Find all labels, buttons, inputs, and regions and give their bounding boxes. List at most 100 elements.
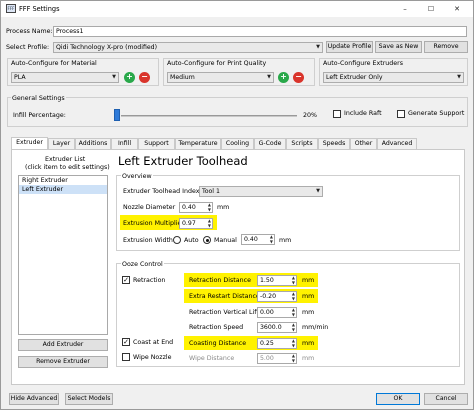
- profile-select-value: Qidi Technology X-pro (modified): [56, 44, 157, 51]
- select-models-button[interactable]: Select Models: [65, 393, 113, 405]
- tab-layer[interactable]: Layer: [48, 138, 75, 149]
- retraction-speed-input[interactable]: 3600.0 ▲ ▼: [257, 322, 297, 333]
- retraction-checkbox[interactable]: ✓: [122, 276, 130, 284]
- wipe-nozzle-checkbox[interactable]: [122, 353, 130, 361]
- add-extruder-button[interactable]: Add Extruder: [18, 339, 108, 351]
- include-raft-label: Include Raft: [344, 110, 382, 117]
- spin-arrows-icon[interactable]: ▲ ▼: [292, 275, 295, 285]
- retraction-distance-unit: mm: [302, 277, 315, 284]
- extrusion-width-unit: mm: [279, 237, 292, 244]
- spin-arrows-icon[interactable]: ▲ ▼: [292, 322, 295, 332]
- retraction-distance-input[interactable]: 1.50 ▲ ▼: [257, 275, 297, 286]
- chevron-down-icon: ▼: [316, 188, 320, 194]
- chevron-down-icon: ▼: [316, 44, 320, 50]
- wipe-distance-input[interactable]: 5.00 ▲ ▼: [257, 353, 297, 364]
- tab-temperature[interactable]: Temperature: [175, 138, 221, 149]
- extruders-select-value: Left Extruder Only: [326, 74, 383, 81]
- retraction-speed-unit: mm/min: [302, 324, 329, 331]
- tab-cooling[interactable]: Cooling: [221, 138, 254, 149]
- material-group-label: Auto-Configure for Material: [11, 60, 97, 67]
- spin-arrows-icon[interactable]: ▲ ▼: [292, 291, 295, 301]
- retraction-speed-label: Retraction Speed: [189, 324, 244, 331]
- nozzle-diameter-value: 0.40: [182, 204, 196, 211]
- spin-arrows-icon[interactable]: ▲ ▼: [208, 202, 211, 212]
- nozzle-diameter-input[interactable]: 0.40 ▲ ▼: [179, 202, 213, 213]
- retraction-label: Retraction: [133, 277, 166, 284]
- tab-infill[interactable]: Infill: [111, 138, 138, 149]
- vertical-lift-label: Retraction Vertical Lift: [189, 309, 259, 316]
- remove-quality-icon[interactable]: −: [293, 72, 304, 83]
- chevron-down-icon: ▼: [112, 74, 116, 80]
- extrusion-multiplier-input[interactable]: 0.97 ▲ ▼: [179, 218, 213, 229]
- close-icon[interactable]: ✕: [445, 2, 469, 16]
- profile-select[interactable]: Qidi Technology X-pro (modified) ▼: [53, 42, 323, 53]
- minimize-icon[interactable]: –: [393, 2, 417, 16]
- hide-advanced-button[interactable]: Hide Advanced: [9, 393, 59, 405]
- coast-at-end-checkbox[interactable]: ✓: [122, 338, 130, 346]
- tab-advanced[interactable]: Advanced: [377, 138, 417, 149]
- process-name-label: Process Name:: [6, 28, 53, 35]
- vertical-lift-input[interactable]: 0.00 ▲ ▼: [257, 307, 297, 318]
- add-quality-icon[interactable]: +: [278, 72, 289, 83]
- process-name-input[interactable]: Process1: [53, 26, 467, 37]
- tab-speeds[interactable]: Speeds: [318, 138, 350, 149]
- infill-slider-handle[interactable]: [114, 109, 120, 121]
- tab-support[interactable]: Support: [138, 138, 175, 149]
- coasting-distance-input[interactable]: 0.25 ▲ ▼: [257, 338, 297, 349]
- generate-support-checkbox[interactable]: [397, 110, 405, 118]
- window-title: FFF Settings: [19, 5, 60, 13]
- list-item[interactable]: Left Extruder: [19, 185, 107, 194]
- infill-percentage-label: Infill Percentage:: [13, 112, 66, 119]
- update-profile-button[interactable]: Update Profile: [326, 41, 373, 53]
- coasting-distance-value: 0.25: [260, 340, 274, 347]
- extrusion-multiplier-label: Extrusion Multiplier: [123, 220, 184, 227]
- extrusion-width-auto-radio[interactable]: [173, 236, 181, 244]
- tab-scripts[interactable]: Scripts: [286, 138, 318, 149]
- remove-extruder-button[interactable]: Remove Extruder: [18, 356, 108, 368]
- toolhead-index-select[interactable]: Tool 1 ▼: [199, 186, 323, 197]
- extruders-select[interactable]: Left Extruder Only ▼: [323, 72, 464, 83]
- include-raft-checkbox[interactable]: [333, 110, 341, 118]
- spin-arrows-icon[interactable]: ▲ ▼: [270, 234, 273, 244]
- vertical-lift-unit: mm: [302, 309, 315, 316]
- wipe-nozzle-label: Wipe Nozzle: [133, 354, 172, 361]
- material-select[interactable]: PLA ▼: [11, 72, 119, 83]
- coasting-distance-label: Coasting Distance: [189, 340, 247, 347]
- extrusion-multiplier-value: 0.97: [182, 220, 196, 227]
- spin-arrows-icon[interactable]: ▲ ▼: [292, 338, 295, 348]
- wipe-distance-unit: mm: [302, 355, 315, 362]
- save-as-new-button[interactable]: Save as New: [375, 41, 422, 53]
- extrusion-width-value: 0.40: [244, 236, 258, 243]
- spin-arrows-icon[interactable]: ▲ ▼: [208, 218, 211, 228]
- quality-select[interactable]: Medium ▼: [167, 72, 274, 83]
- extrusion-width-label: Extrusion Width: [123, 237, 173, 244]
- extrusion-width-input[interactable]: 0.40 ▲ ▼: [241, 234, 275, 245]
- wipe-distance-label: Wipe Distance: [189, 355, 235, 362]
- ok-button[interactable]: OK: [376, 393, 420, 405]
- remove-material-icon[interactable]: −: [139, 72, 150, 83]
- spin-arrows-icon[interactable]: ▲ ▼: [292, 353, 295, 363]
- extrusion-width-manual-radio[interactable]: [203, 236, 211, 244]
- maximize-icon[interactable]: ☐: [419, 2, 443, 16]
- extruder-listbox: Right Extruder Left Extruder: [18, 175, 108, 335]
- wipe-distance-value: 5.00: [260, 355, 274, 362]
- infill-slider-track[interactable]: [121, 115, 297, 117]
- spin-arrows-icon[interactable]: ▲ ▼: [292, 307, 295, 317]
- quality-group-label: Auto-Configure for Print Quality: [167, 60, 267, 67]
- tab-other[interactable]: Other: [350, 138, 377, 149]
- cancel-button[interactable]: Cancel: [424, 393, 468, 405]
- tab-gcode[interactable]: G-Code: [254, 138, 286, 149]
- remove-profile-button[interactable]: Remove: [424, 41, 468, 53]
- add-material-icon[interactable]: +: [124, 72, 135, 83]
- extra-restart-value: -0.20: [260, 293, 277, 300]
- extra-restart-label: Extra Restart Distance: [189, 293, 260, 300]
- general-settings-label: General Settings: [11, 95, 66, 102]
- tab-additions[interactable]: Additions: [75, 138, 111, 149]
- list-item[interactable]: Right Extruder: [19, 176, 107, 185]
- nozzle-diameter-unit: mm: [217, 204, 230, 211]
- extra-restart-input[interactable]: -0.20 ▲ ▼: [257, 291, 297, 302]
- title-bar: FFF FFF Settings – ☐ ✕: [1, 1, 473, 17]
- retraction-distance-label: Retraction Distance: [189, 277, 251, 284]
- tab-extruder[interactable]: Extruder: [11, 137, 48, 149]
- chevron-down-icon: ▼: [267, 74, 271, 80]
